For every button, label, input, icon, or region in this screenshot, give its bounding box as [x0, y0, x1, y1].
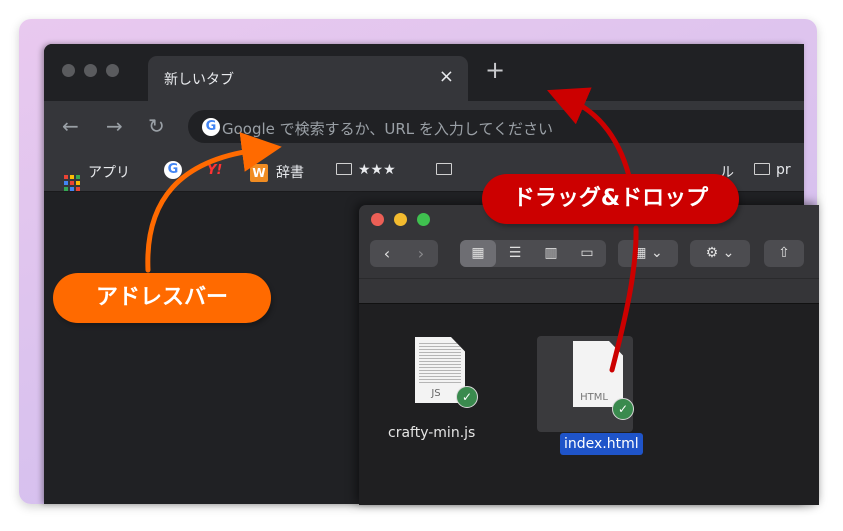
- browser-toolbar: ← → ↻ G Google で検索するか、URL を入力してください: [44, 101, 804, 151]
- drag-drop-callout: ドラッグ&ドロップ: [482, 174, 739, 224]
- share-icon: ⇧: [778, 245, 790, 261]
- file-item-crafty[interactable]: JS ✓: [399, 329, 478, 417]
- w-icon: W: [250, 164, 268, 182]
- tab-new-tab[interactable]: 新しいタブ ×: [148, 56, 468, 101]
- apps-grid-icon: [64, 175, 80, 191]
- column-view-icon[interactable]: ▥: [533, 240, 569, 267]
- gear-icon: ⚙ ⌄: [705, 245, 735, 261]
- address-bar[interactable]: G Google で検索するか、URL を入力してください: [188, 110, 804, 143]
- close-window-button[interactable]: [62, 64, 75, 77]
- file-ext-label: HTML: [580, 392, 608, 403]
- bookmark-google[interactable]: G: [164, 161, 182, 179]
- back-icon[interactable]: ←: [62, 114, 79, 138]
- text-lines: [419, 343, 461, 383]
- check-icon: ✓: [456, 386, 478, 408]
- check-icon: ✓: [612, 398, 634, 420]
- tab-title: 新しいタブ: [164, 72, 234, 88]
- gallery-view-icon[interactable]: ▭: [569, 240, 605, 267]
- bookmark-label: ★★★: [358, 162, 396, 178]
- html-file-icon: HTML: [573, 341, 623, 407]
- bookmark-apps[interactable]: アプリ: [64, 162, 130, 191]
- bookmark-label: アプリ: [88, 165, 130, 181]
- bookmark-label: pr: [776, 162, 791, 178]
- action-button[interactable]: ⚙ ⌄: [690, 240, 750, 267]
- finder-close-button[interactable]: [371, 213, 384, 226]
- address-bar-callout: アドレスバー: [53, 273, 271, 323]
- finder-minimize-button[interactable]: [394, 213, 407, 226]
- group-by-button[interactable]: ▦ ⌄: [618, 240, 678, 267]
- share-button[interactable]: ⇧: [764, 240, 804, 267]
- icon-view-icon[interactable]: ▦: [460, 240, 496, 267]
- minimize-window-button[interactable]: [84, 64, 97, 77]
- google-icon: G: [202, 118, 220, 136]
- address-bar-placeholder: Google で検索するか、URL を入力してください: [222, 120, 553, 138]
- chevron-right-icon[interactable]: ›: [404, 240, 438, 267]
- zoom-window-button[interactable]: [106, 64, 119, 77]
- folder-icon: [336, 163, 352, 175]
- bookmark-folder[interactable]: [436, 162, 458, 178]
- forward-icon[interactable]: →: [106, 114, 123, 138]
- close-icon[interactable]: ×: [439, 66, 454, 87]
- folder-icon: [436, 163, 452, 175]
- toolbar-divider: [359, 278, 819, 279]
- bookmark-label: 辞書: [276, 165, 304, 181]
- file-item-index[interactable]: HTML ✓: [556, 333, 634, 421]
- google-icon: G: [164, 161, 182, 179]
- bookmark-yahoo[interactable]: Y!: [207, 162, 222, 178]
- file-ext-label: JS: [431, 388, 441, 399]
- bookmark-folder-stars[interactable]: ★★★: [336, 162, 396, 178]
- reload-icon[interactable]: ↻: [148, 114, 165, 138]
- new-tab-button[interactable]: +: [485, 56, 505, 84]
- file-name-crafty[interactable]: crafty-min.js: [388, 425, 475, 441]
- group-icon: ▦ ⌄: [633, 245, 663, 261]
- bookmark-dictionary[interactable]: W 辞書: [250, 162, 304, 182]
- list-view-icon[interactable]: ☰: [497, 240, 533, 267]
- bookmark-folder-pr[interactable]: pr: [754, 162, 791, 178]
- chevron-left-icon[interactable]: ‹: [370, 240, 404, 267]
- finder-zoom-button[interactable]: [417, 213, 430, 226]
- tab-strip: 新しいタブ × +: [44, 44, 804, 101]
- yahoo-icon: Y!: [207, 163, 223, 178]
- folder-icon: [754, 163, 770, 175]
- file-name-index[interactable]: index.html: [560, 433, 643, 455]
